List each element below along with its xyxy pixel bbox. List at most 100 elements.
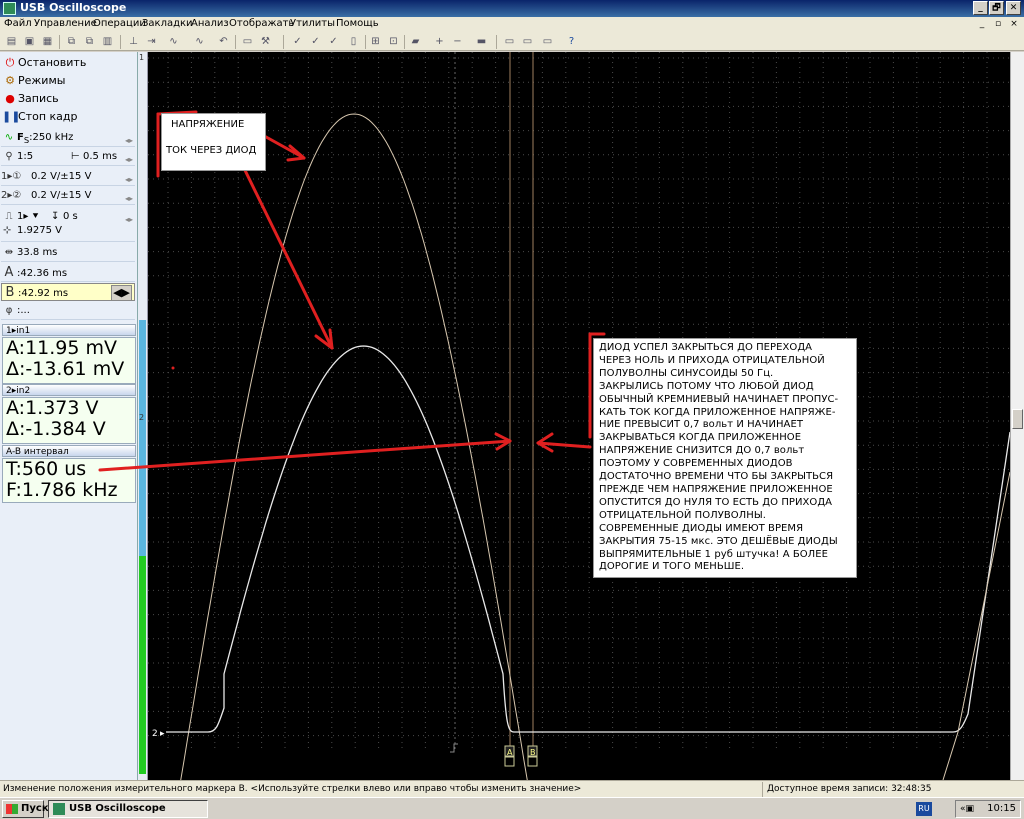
marker-b-row[interactable]: B:42.92 ms ◀▶ bbox=[1, 283, 135, 301]
measurement-markers bbox=[454, 52, 534, 752]
control-panel: ⏻ Остановить ⚙ Режимы ● Запись ❚❚Стоп кадр … bbox=[0, 52, 138, 780]
mdi-minimize-button[interactable]: _ bbox=[975, 18, 989, 31]
new-icon[interactable]: ▤ bbox=[4, 35, 19, 49]
callout-text-line: ЗАКРЫТИЯ 75-15 мкс. ЭТО ДЕШЁВЫЕ ДИОДЫ bbox=[599, 535, 838, 547]
callout-text-line: ЧЕРЕЗ НОЛЬ И ПРИХОДА ОТРИЦАТЕЛЬНОЙ bbox=[599, 354, 825, 366]
check2-icon[interactable]: ✓ bbox=[308, 35, 323, 49]
level-strip[interactable]: 1 2 bbox=[138, 52, 148, 780]
check3-icon[interactable]: ✓ bbox=[326, 35, 341, 49]
undo-icon[interactable]: ↶ bbox=[216, 35, 231, 49]
grid-icon[interactable]: ⊞ bbox=[368, 35, 383, 49]
help-icon[interactable]: ? bbox=[564, 35, 579, 49]
callout-text-line: ПОЭТОМУ У СОВРЕМЕННЫХ ДИОДОВ bbox=[599, 458, 793, 470]
callout-text-line: НИЕ ПРЕВЫСИТ 0,7 вольт И НАЧИНАЕТ bbox=[599, 419, 803, 431]
menu-bookmarks[interactable]: Закладки bbox=[142, 18, 193, 29]
close-button[interactable]: ✕ bbox=[1006, 1, 1021, 15]
waveform-icon[interactable]: ∿ bbox=[166, 35, 181, 49]
taskbar-app-button[interactable]: USB Oscilloscope bbox=[48, 800, 208, 818]
window-title: USB Oscilloscope bbox=[20, 1, 127, 14]
ch2-scale-row[interactable]: 2▸② 0.2 V/±15 V ◂▸ bbox=[1, 187, 135, 205]
app-icon bbox=[53, 803, 65, 815]
menu-analysis[interactable]: Анализ bbox=[191, 18, 229, 29]
mdi-close-button[interactable]: × bbox=[1007, 18, 1021, 31]
callout-text-line: НАПРЯЖЕНИЕ СНИЗИТСЯ ДО 0,7 вольт bbox=[599, 445, 805, 457]
record-time-status: Доступное время записи: 32:48:35 bbox=[762, 782, 932, 797]
scope-display[interactable]: 2 ▸ A B bbox=[148, 52, 1010, 780]
callout-current-label: ТОК ЧЕРЕЗ ДИОД bbox=[166, 145, 257, 156]
cursor-icon[interactable]: ⊥ bbox=[126, 35, 141, 49]
trigger-row[interactable]: ⎍ 1▸ ⯆ ↧ 0 s ⊹ 1.9275 V ◂▸ bbox=[1, 208, 135, 242]
zoom-value: 1:5 bbox=[17, 151, 34, 162]
marker-b-flag-label: B bbox=[530, 748, 536, 757]
zoom-out-icon[interactable]: − bbox=[450, 35, 465, 49]
menu-help[interactable]: Помощь bbox=[336, 18, 379, 29]
tools-icon[interactable]: ⚒ bbox=[258, 35, 273, 49]
ch1-icon: 1▸① bbox=[1, 171, 22, 182]
view-icon[interactable]: ▭ bbox=[240, 35, 255, 49]
window1-icon[interactable]: ▭ bbox=[502, 35, 517, 49]
window2-icon[interactable]: ▭ bbox=[520, 35, 535, 49]
callout-text-line: ДОРОГИЕ И ТОГО МЕНЬШЕ. bbox=[599, 561, 745, 573]
ch2-zero-marker: 2 bbox=[152, 729, 158, 739]
frame-icon[interactable]: ⊡ bbox=[386, 35, 401, 49]
freeze-control[interactable]: ❚❚Стоп кадр bbox=[2, 108, 77, 125]
menu-file[interactable]: Файл bbox=[4, 18, 32, 29]
zoom-in-icon[interactable]: + bbox=[432, 35, 447, 49]
callout-text-line: ОТРИЦАТЕЛЬНОЙ ПОЛУВОЛНЫ. bbox=[599, 509, 766, 521]
stop-control[interactable]: ⏻ Остановить bbox=[2, 54, 87, 71]
check-icon[interactable]: ✓ bbox=[290, 35, 305, 49]
marker-a-flag-label: A bbox=[507, 748, 513, 757]
page-icon[interactable]: ▯ bbox=[346, 35, 361, 49]
waveform2-icon[interactable]: ∿ bbox=[192, 35, 207, 49]
save-icon[interactable]: ▣ bbox=[22, 35, 37, 49]
export-icon[interactable]: ▥ bbox=[100, 35, 115, 49]
spin-icon[interactable]: ◂▸ bbox=[125, 190, 133, 208]
folder-icon[interactable]: ▰ bbox=[408, 35, 423, 49]
ch1-delta-value: Δ:-13.61 mV bbox=[6, 358, 125, 380]
marker-icon[interactable]: ⇥ bbox=[144, 35, 159, 49]
zoom-timebase-row[interactable]: ⚲ 1:5 ⊢ 0.5 ms ◂▸ bbox=[1, 148, 135, 166]
menu-utilities[interactable]: Утилиты bbox=[290, 18, 335, 29]
pause-icon: ❚❚ bbox=[2, 110, 21, 123]
callout-text-line: ПРЕЖДЕ ЧЕМ НАПРЯЖЕНИЕ ПРИЛОЖЕННОЕ bbox=[599, 483, 833, 495]
sine-icon: ∿ bbox=[4, 132, 14, 143]
scrollbar-thumb[interactable] bbox=[1012, 409, 1023, 429]
ch1-scale-row[interactable]: 1▸① 0.2 V/±15 V ◂▸ bbox=[1, 168, 135, 186]
record-control[interactable]: ● Запись bbox=[2, 90, 58, 107]
spin-icon[interactable]: ◂▸ bbox=[125, 151, 133, 169]
phase-row[interactable]: φ:... bbox=[1, 302, 135, 320]
callout-text-line: ОБЫЧНЫЙ КРЕМНИЕВЫЙ НАЧИНАЕТ ПРОПУС- bbox=[599, 393, 839, 405]
span-icon: ⇹ bbox=[4, 247, 14, 258]
window-span-row[interactable]: ⇹ 33.8 ms bbox=[1, 244, 135, 262]
ab-period-value: T:560 us bbox=[6, 458, 87, 480]
print-icon[interactable]: ▦ bbox=[40, 35, 55, 49]
system-tray: «▣ 10:15 bbox=[955, 800, 1021, 818]
menu-operations[interactable]: Операции bbox=[93, 18, 146, 29]
ch1-readout-header: 1▸in1 bbox=[2, 324, 136, 336]
language-indicator[interactable]: RU bbox=[916, 802, 932, 816]
start-button[interactable]: Пуск bbox=[2, 800, 49, 818]
restore-button[interactable]: 🗗 bbox=[989, 1, 1004, 15]
vertical-scrollbar[interactable] bbox=[1010, 52, 1024, 780]
spin-icon[interactable]: ◂▸ bbox=[125, 211, 133, 229]
menu-display[interactable]: Отображать bbox=[229, 18, 294, 29]
window3-icon[interactable]: ▭ bbox=[540, 35, 555, 49]
marker-a-icon: A bbox=[4, 265, 14, 280]
toolbar: ▤ ▣ ▦ ⧉ ⧉ ▥ ⊥ ⇥ ∿ ∿ ↶ ▭ ⚒ ✓ ✓ ✓ ▯ ⊞ ⊡ ▰ … bbox=[0, 33, 1024, 51]
menu-control[interactable]: Управление bbox=[34, 18, 97, 29]
sample-rate-row[interactable]: ∿ FS:250 kHz ◂▸ bbox=[1, 129, 135, 147]
trigger-level-value: 1.9275 V bbox=[17, 225, 63, 236]
modes-label: Режимы bbox=[18, 74, 66, 87]
copy-icon[interactable]: ⧉ bbox=[64, 35, 79, 49]
settings-icon[interactable]: ▬ bbox=[474, 35, 489, 49]
network-icon[interactable]: «▣ bbox=[960, 801, 974, 817]
stop-label: Остановить bbox=[18, 56, 87, 69]
paste-icon[interactable]: ⧉ bbox=[82, 35, 97, 49]
modes-control[interactable]: ⚙ Режимы bbox=[2, 72, 65, 89]
ch2-a-value: A:1.373 V bbox=[6, 397, 99, 419]
marker-b-arrows[interactable]: ◀▶ bbox=[111, 285, 132, 301]
marker-a-row[interactable]: A:42.36 ms bbox=[1, 264, 135, 282]
record-icon: ● bbox=[5, 92, 15, 105]
mdi-restore-button[interactable]: ▫ bbox=[991, 18, 1005, 31]
minimize-button[interactable]: _ bbox=[973, 1, 988, 15]
